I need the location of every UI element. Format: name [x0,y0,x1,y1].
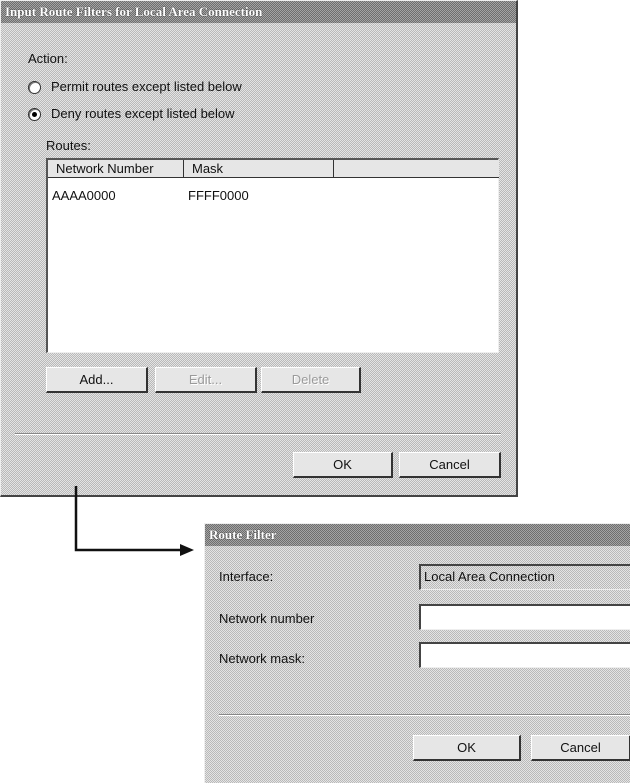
column-header-empty [334,160,499,178]
network-mask-label: Network mask: [219,651,305,666]
dialog-title-bar: Input Route Filters for Local Area Conne… [1,1,516,23]
column-header-network-number[interactable]: Network Number [48,160,184,178]
cell-mask: FFFF0000 [188,188,249,203]
dialog-title: Route Filter [209,527,277,542]
dialog-title-bar: Route Filter [205,524,630,546]
column-header-mask[interactable]: Mask [184,160,334,178]
ok-button[interactable]: OK [413,735,521,761]
routes-label: Routes: [46,138,91,153]
network-mask-input[interactable] [419,642,630,668]
interface-field: Local Area Connection [419,564,630,590]
cancel-button[interactable]: Cancel [399,452,501,478]
add-button[interactable]: Add... [46,367,148,393]
separator [15,433,501,435]
delete-button[interactable]: Delete [261,367,361,393]
interface-label: Interface: [219,569,274,584]
deny-routes-label[interactable]: Deny routes except listed below [51,106,235,121]
table-row[interactable]: AAAA0000 FFFF0000 [48,182,498,203]
input-route-filters-dialog: Input Route Filters for Local Area Conne… [0,0,518,497]
network-number-label: Network number [219,611,315,626]
deny-routes-radio[interactable] [28,108,41,121]
cell-network-number: AAAA0000 [52,188,116,203]
cancel-button[interactable]: Cancel [531,735,630,761]
route-filter-dialog: Route Filter Interface: Local Area Conne… [204,523,630,783]
network-number-input[interactable] [419,604,630,630]
ok-button[interactable]: OK [293,452,393,478]
permit-routes-radio[interactable] [28,81,41,94]
separator [219,714,630,716]
dialog-title: Input Route Filters for Local Area Conne… [5,4,263,19]
permit-routes-label[interactable]: Permit routes except listed below [51,79,242,94]
routes-list[interactable]: Network Number Mask AAAA0000 FFFF0000 [46,158,499,353]
action-label: Action: [28,51,68,66]
edit-button[interactable]: Edit... [155,367,257,393]
